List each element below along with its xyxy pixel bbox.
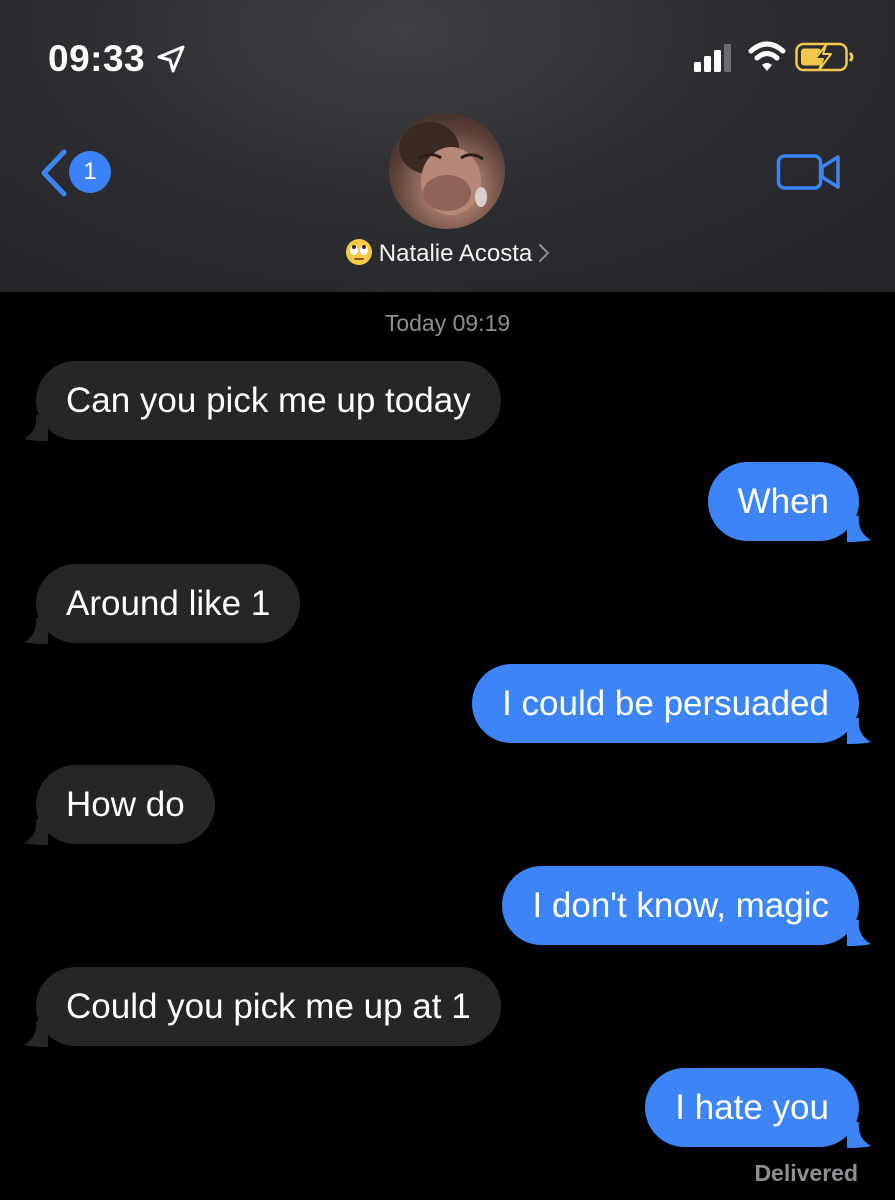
bubble-tail xyxy=(847,516,871,542)
bubble-tail xyxy=(847,920,871,946)
message-text: Can you pick me up today xyxy=(66,381,471,420)
bubble-tail xyxy=(847,1122,871,1148)
message-text: Could you pick me up at 1 xyxy=(66,987,471,1026)
message-bubble-outgoing[interactable]: When xyxy=(707,462,871,542)
message-bubble-outgoing[interactable]: I don't know, magic xyxy=(502,866,871,946)
wifi-icon xyxy=(748,41,786,71)
video-camera-icon[interactable] xyxy=(776,150,842,194)
message-text: I could be persuaded xyxy=(502,684,829,723)
message-text: How do xyxy=(66,785,185,824)
bubble-tail xyxy=(24,1021,48,1047)
back-chevron-icon[interactable] xyxy=(36,148,70,198)
conversation-header: 09:33 1 Natalie Acosta xyxy=(0,0,895,292)
bubble-tail xyxy=(24,618,48,644)
message-text: I don't know, magic xyxy=(532,886,829,925)
contact-name-row[interactable]: Natalie Acosta xyxy=(0,238,895,268)
battery-charging-icon xyxy=(795,42,854,72)
status-time: 09:33 xyxy=(48,38,146,79)
chevron-right-icon xyxy=(539,244,550,262)
message-text: Around like 1 xyxy=(66,584,271,623)
message-bubble-outgoing[interactable]: I could be persuaded xyxy=(472,664,871,744)
contact-name: Natalie Acosta xyxy=(378,240,533,267)
message-bubble-incoming[interactable]: Can you pick me up today xyxy=(24,361,501,441)
bubble-tail xyxy=(24,819,48,845)
rolling-eyes-emoji-icon xyxy=(345,239,372,265)
location-arrow-icon xyxy=(157,45,185,73)
message-bubble-incoming[interactable]: Around like 1 xyxy=(24,564,301,644)
unread-count-badge[interactable]: 1 xyxy=(69,151,111,193)
bubble-tail xyxy=(847,718,871,744)
message-bubble-incoming[interactable]: Could you pick me up at 1 xyxy=(24,967,501,1047)
delivery-status: Delivered xyxy=(754,1160,858,1186)
bubble-tail xyxy=(24,415,48,441)
message-text: When xyxy=(737,482,829,521)
contact-avatar[interactable] xyxy=(389,113,505,229)
message-text: I hate you xyxy=(675,1088,829,1127)
cellular-signal-icon xyxy=(694,44,731,72)
message-bubble-incoming[interactable]: How do xyxy=(24,765,215,845)
message-timestamp: Today 09:19 xyxy=(384,310,511,336)
message-bubble-outgoing[interactable]: I hate you xyxy=(645,1068,871,1148)
